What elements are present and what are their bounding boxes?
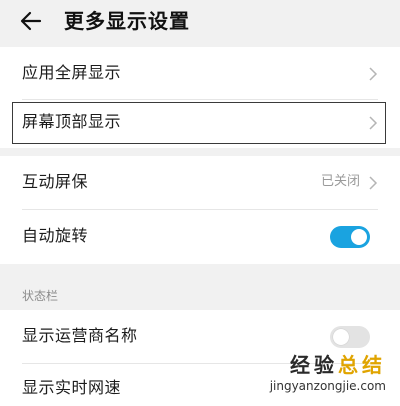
screensaver-label: 互动屏保 [22, 172, 89, 191]
auto-rotate-label: 自动旋转 [22, 226, 89, 245]
header-bar: 更多显示设置 [0, 0, 400, 44]
page-title: 更多显示设置 [64, 9, 190, 33]
fullscreen-apps-label: 应用全屏显示 [22, 63, 122, 82]
toggle-knob [351, 229, 367, 245]
arrow-left-icon[interactable] [20, 10, 42, 32]
chevron-right-icon [369, 176, 378, 190]
carrier-name-toggle[interactable] [330, 326, 370, 348]
carrier-name-label: 显示运营商名称 [22, 326, 138, 345]
toggle-knob [333, 329, 349, 345]
screen-behavior-card: 互动屏保 已关闭 自动旋转 [0, 156, 400, 264]
section-header-status-bar: 状态栏 [22, 289, 59, 303]
auto-rotate-toggle[interactable] [330, 226, 370, 248]
site-watermark: 经验总结 jingyanzongjie.com [236, 352, 386, 406]
screensaver-row[interactable]: 互动屏保 已关闭 [0, 156, 400, 210]
top-display-label: 屏幕顶部显示 [22, 112, 122, 131]
watermark-url: jingyanzongjie.com [269, 379, 386, 393]
top-display-row[interactable]: 屏幕顶部显示 [0, 96, 400, 150]
auto-rotate-row: 自动旋转 [0, 210, 400, 264]
chevron-right-icon [369, 116, 378, 130]
watermark-title: 经验总结 [290, 353, 386, 377]
chevron-right-icon [369, 67, 378, 81]
realtime-speed-label: 显示实时网速 [22, 378, 122, 397]
screensaver-status: 已关闭 [320, 174, 360, 189]
fullscreen-apps-row[interactable]: 应用全屏显示 [0, 47, 400, 101]
